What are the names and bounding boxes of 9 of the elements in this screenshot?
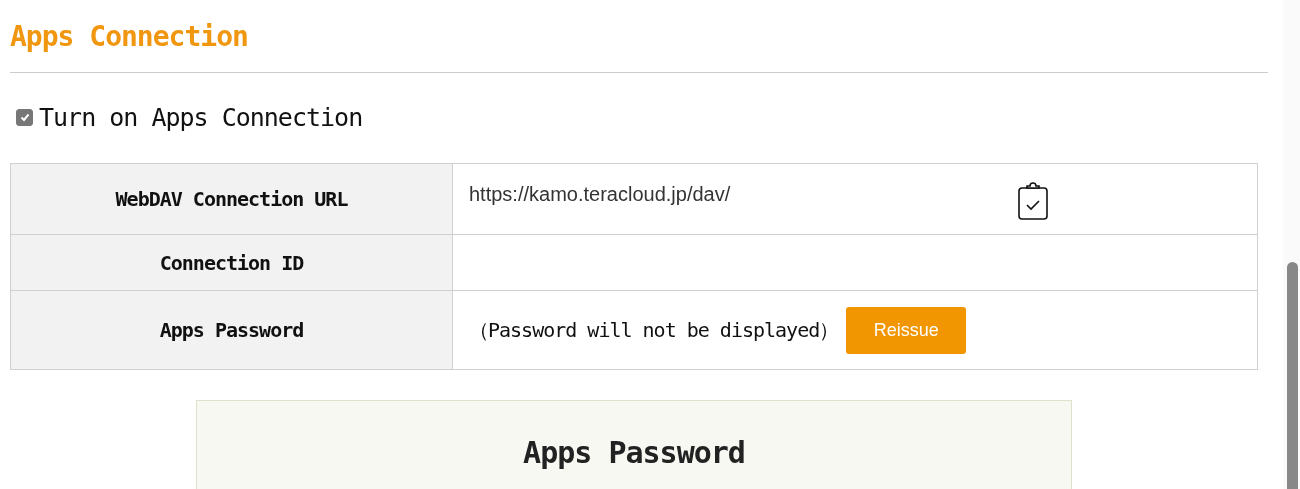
panel-title: Apps Password bbox=[522, 435, 746, 470]
password-note: （Password will not be displayed） bbox=[469, 316, 839, 344]
row-label: Apps Password bbox=[10, 290, 453, 370]
reissue-button[interactable]: Reissue bbox=[846, 306, 967, 354]
url-text: https://kamo.teracloud.jp/dav/ bbox=[469, 183, 732, 206]
section-heading: Apps Connection bbox=[10, 19, 249, 55]
row-label: Connection ID bbox=[10, 234, 453, 291]
row-label: WebDAV Connection URL bbox=[10, 163, 453, 235]
checkbox-label: Turn on Apps Connection bbox=[39, 102, 363, 132]
